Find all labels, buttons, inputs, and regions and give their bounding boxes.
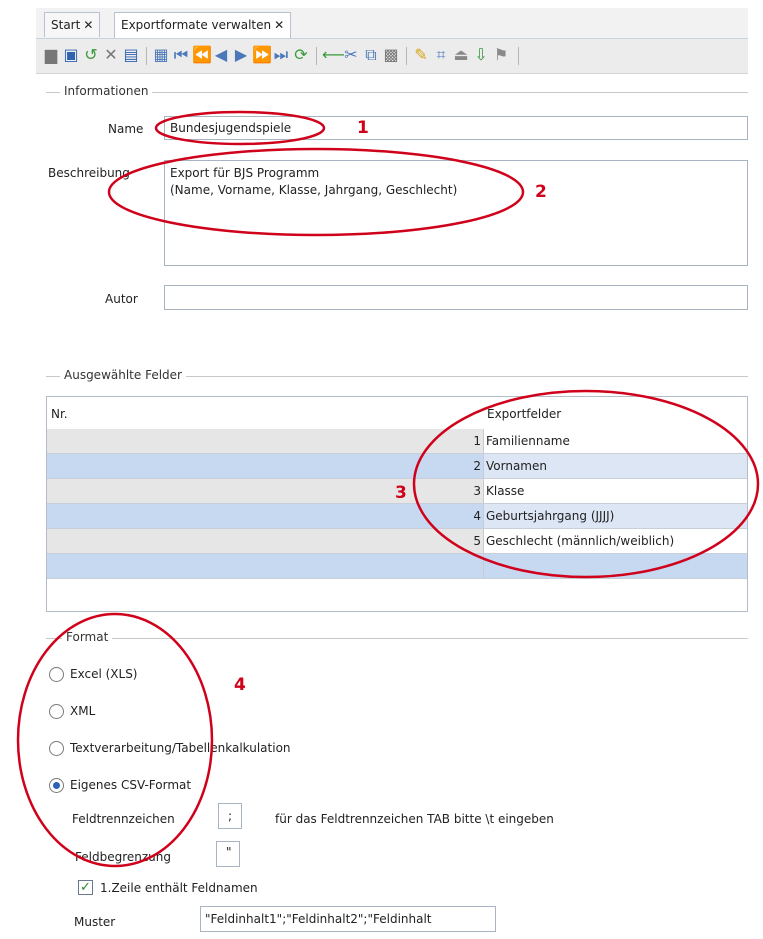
feldbegrenzung-input[interactable]: " <box>216 841 240 867</box>
toolbar: ▆ ▣ ↺ ✕ ▤ ▦ ⏮ ⏪ ◀ ▶ ⏩ ⏭ ⟳ ⟵ ✂ ⧉ ▩ ✎ ⌗ ⏏ … <box>36 39 748 74</box>
back-arrow-icon[interactable]: ⟵ <box>322 46 345 64</box>
autor-label: Autor <box>105 292 138 306</box>
save-all-icon[interactable]: ▣ <box>62 46 80 64</box>
annotation-ellipse-4 <box>16 612 214 868</box>
previous-icon[interactable]: ◀ <box>212 46 230 64</box>
muster-value: "Feldinhalt1";"Feldinhalt2";"Feldinhalt <box>205 912 432 926</box>
pin-icon[interactable]: ⚑ <box>492 46 510 64</box>
export-icon[interactable]: ⏏ <box>452 46 470 64</box>
annotation-ellipse-3 <box>412 389 760 579</box>
save-icon[interactable]: ▆ <box>42 46 60 64</box>
feldtrennzeichen-value: ; <box>228 809 233 823</box>
feldtrennzeichen-input[interactable]: ; <box>218 803 242 829</box>
clean-icon[interactable]: ✎ <box>412 46 430 64</box>
muster-field[interactable]: "Feldinhalt1";"Feldinhalt2";"Feldinhalt <box>200 906 496 932</box>
delete-icon[interactable]: ✕ <box>102 46 120 64</box>
tab-exportformate[interactable]: Exportformate verwalten ✕ <box>114 12 292 38</box>
tab-start[interactable]: Start ✕ <box>44 12 101 37</box>
group-ausgewaehlte-felder: Ausgewählte Felder <box>60 368 186 382</box>
tab-start-label: Start <box>51 18 81 32</box>
copy-record-icon[interactable]: ▦ <box>152 46 170 64</box>
annotation-ellipse-2 <box>107 147 525 237</box>
muster-label: Muster <box>74 915 116 929</box>
header-row-checkbox[interactable]: ✓ <box>78 880 93 895</box>
last-icon[interactable]: ⏭ <box>272 46 290 64</box>
header-row-label[interactable]: 1.Zeile enthält Feldnamen <box>100 881 258 895</box>
annotation-1: 1 <box>357 118 369 138</box>
name-label: Name <box>108 122 144 136</box>
import-icon[interactable]: ⇩ <box>472 46 490 64</box>
group-informationen: Informationen <box>60 84 153 98</box>
close-icon[interactable]: ✕ <box>83 18 93 32</box>
cut-icon[interactable]: ✂ <box>342 46 360 64</box>
feldbegrenzung-value: " <box>226 845 232 859</box>
copy-icon[interactable]: ⧉ <box>362 46 380 64</box>
first-icon[interactable]: ⏮ <box>172 46 190 64</box>
annotation-2: 2 <box>535 182 547 202</box>
autor-field[interactable] <box>164 285 748 310</box>
previous-page-icon[interactable]: ⏪ <box>192 46 212 64</box>
tab-exportformate-label: Exportformate verwalten <box>121 18 272 32</box>
undo-icon[interactable]: ↺ <box>82 46 100 64</box>
feldtrennzeichen-hint: für das Feldtrennzeichen TAB bitte \t ei… <box>275 812 554 826</box>
edit-icon[interactable]: ▤ <box>122 46 140 64</box>
tab-bar: Start ✕ Exportformate verwalten ✕ <box>36 8 748 39</box>
paste-icon[interactable]: ▩ <box>382 46 400 64</box>
next-page-icon[interactable]: ⏩ <box>252 46 272 64</box>
select-icon[interactable]: ⌗ <box>432 46 450 64</box>
annotation-4: 4 <box>234 675 246 695</box>
refresh-icon[interactable]: ⟳ <box>292 46 310 64</box>
column-header-nr[interactable]: Nr. <box>51 407 68 421</box>
close-icon[interactable]: ✕ <box>274 18 284 32</box>
next-icon[interactable]: ▶ <box>232 46 250 64</box>
annotation-3: 3 <box>395 483 407 503</box>
